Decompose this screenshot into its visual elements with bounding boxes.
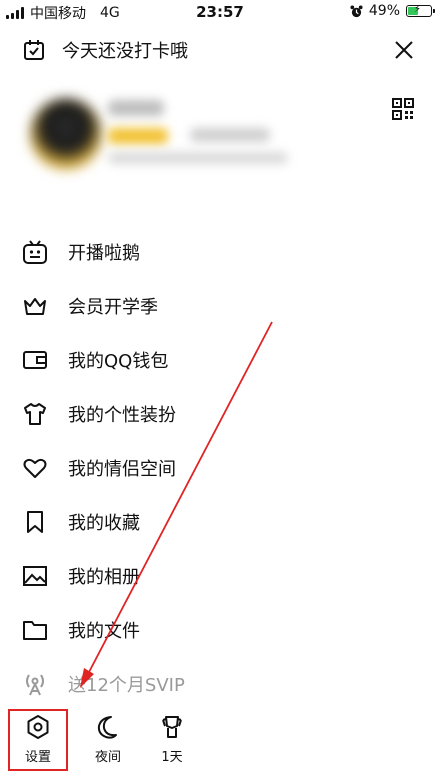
- qq-drawer-screen: 中国移动 4G 23:57 49% ⚡ 今天还没打卡哦 开播啦鹅 会员开学季 我…: [0, 0, 440, 777]
- image-icon: [22, 563, 48, 589]
- alarm-icon: [350, 4, 363, 17]
- streak-button[interactable]: 1天: [144, 706, 200, 768]
- menu-label-vip-season: 会员开学季: [68, 297, 158, 318]
- battery-percent: 49%: [368, 3, 400, 19]
- menu-item-wallet[interactable]: 我的QQ钱包: [0, 338, 440, 382]
- streak-label: 1天: [161, 750, 183, 765]
- status-bar: 中国移动 4G 23:57 49% ⚡: [0, 0, 440, 24]
- menu-label-dressup: 我的个性装扮: [68, 405, 176, 426]
- profile-card[interactable]: [20, 90, 320, 180]
- close-icon: [395, 41, 413, 59]
- broadcast-icon: [22, 671, 48, 697]
- settings-button[interactable]: 设置: [10, 706, 66, 768]
- calendar-check-icon: [24, 40, 44, 60]
- gloves-icon: [162, 716, 182, 738]
- night-mode-label: 夜间: [94, 750, 121, 765]
- menu-item-favorites[interactable]: 我的收藏: [0, 500, 440, 544]
- tshirt-icon: [22, 401, 48, 427]
- level-blurred: [190, 128, 270, 142]
- vip-badge-blurred: [108, 128, 168, 144]
- avatar[interactable]: [30, 98, 102, 170]
- checkin-row[interactable]: 今天还没打卡哦: [22, 34, 188, 66]
- settings-icon: [27, 715, 49, 739]
- menu-label-live: 开播啦鹅: [68, 243, 140, 264]
- menu-item-couple-space[interactable]: 我的情侣空间: [0, 446, 440, 490]
- bottom-toolbar: 设置 夜间 1天: [0, 706, 440, 772]
- heart-icon: [22, 455, 48, 481]
- status-right: 49% ⚡: [350, 3, 435, 19]
- qr-code-button[interactable]: [392, 98, 414, 120]
- crown-icon: [22, 293, 48, 319]
- folder-icon: [22, 617, 48, 643]
- qr-code-icon: [392, 98, 414, 120]
- menu-label-couple-space: 我的情侣空间: [68, 459, 176, 480]
- menu-item-dressup[interactable]: 我的个性装扮: [0, 392, 440, 436]
- wallet-icon: [22, 347, 48, 373]
- menu-label-album: 我的相册: [68, 567, 140, 588]
- menu-label-svip-gift: 送12个月SVIP: [68, 675, 185, 696]
- signature-blurred: [108, 152, 288, 164]
- menu-item-album[interactable]: 我的相册: [0, 554, 440, 598]
- moon-icon: [97, 716, 117, 739]
- settings-label: 设置: [24, 750, 51, 765]
- menu-label-wallet: 我的QQ钱包: [68, 351, 169, 372]
- nickname-blurred: [108, 100, 164, 116]
- battery-icon: ⚡: [406, 4, 435, 17]
- menu-item-svip-gift[interactable]: 送12个月SVIP: [0, 662, 440, 706]
- close-button[interactable]: [392, 38, 416, 62]
- bookmark-icon: [22, 509, 48, 535]
- menu-item-files[interactable]: 我的文件: [0, 608, 440, 652]
- tv-icon: [22, 239, 48, 265]
- menu-item-vip-season[interactable]: 会员开学季: [0, 284, 440, 328]
- menu-item-live[interactable]: 开播啦鹅: [0, 230, 440, 274]
- night-mode-button[interactable]: 夜间: [80, 706, 136, 768]
- checkin-text: 今天还没打卡哦: [62, 41, 188, 62]
- menu-label-files: 我的文件: [68, 621, 140, 642]
- menu-label-favorites: 我的收藏: [68, 513, 140, 534]
